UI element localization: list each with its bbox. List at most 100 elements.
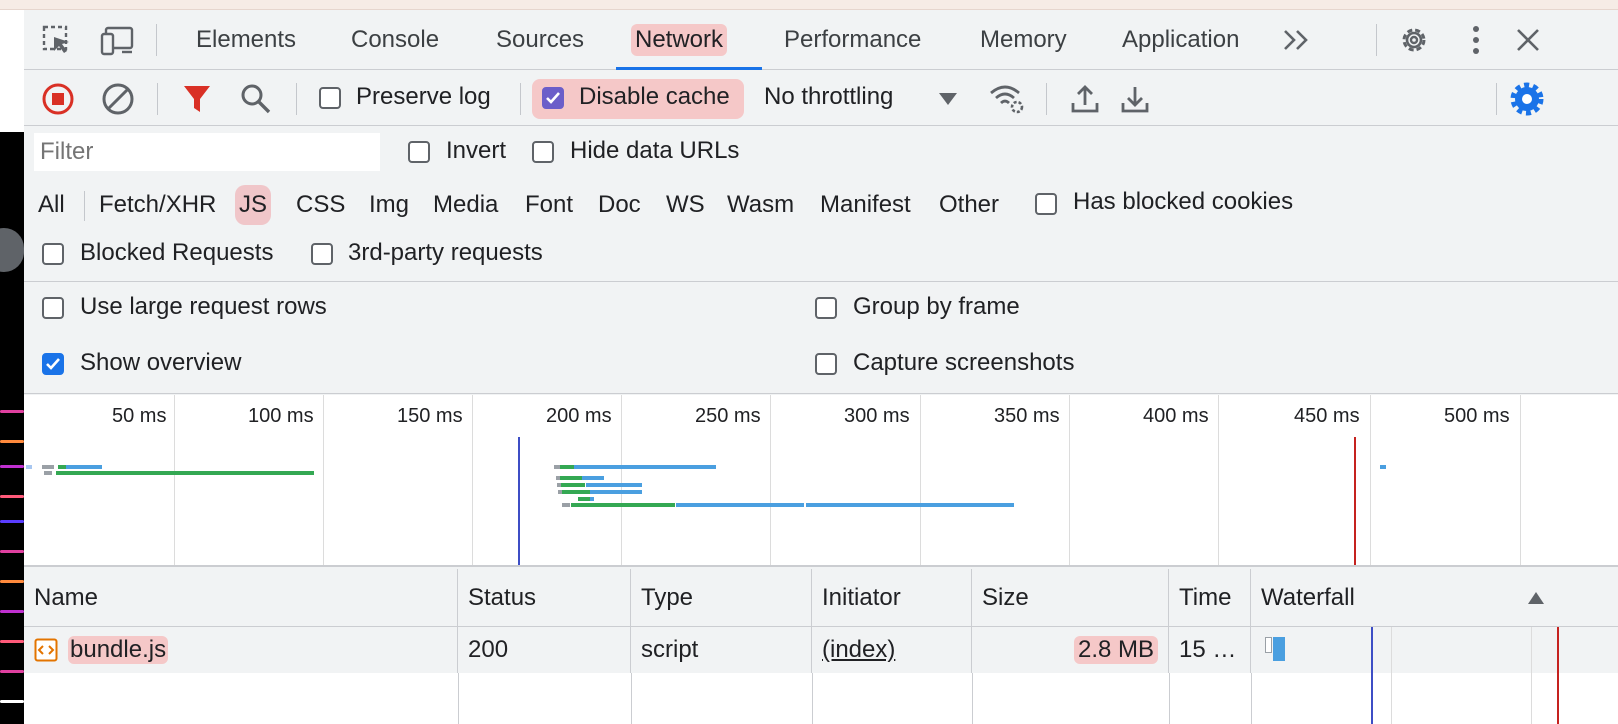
column-header-status[interactable]: Status xyxy=(458,569,631,627)
tab-memory[interactable]: Memory xyxy=(980,10,1067,70)
more-tabs-icon[interactable] xyxy=(1280,24,1314,56)
chevron-down-icon[interactable] xyxy=(936,89,960,109)
tab-network[interactable]: Network xyxy=(631,10,728,70)
filter-input[interactable] xyxy=(34,133,380,171)
type-filter-font[interactable]: Font xyxy=(525,185,573,225)
type-filter-fetch-xhr[interactable]: Fetch/XHR xyxy=(99,185,216,225)
group-by-frame-checkbox[interactable] xyxy=(815,297,837,319)
waterfall-queue-segment xyxy=(1265,637,1272,653)
export-har-icon[interactable] xyxy=(1118,81,1152,117)
overview-request-bar xyxy=(590,497,594,501)
initiator-link[interactable]: (index) xyxy=(822,636,895,664)
hide-data-urls-label: Hide data URLs xyxy=(570,137,740,164)
network-overview[interactable]: 50 ms 100 ms 150 ms 200 ms 250 ms 300 ms… xyxy=(24,395,1618,567)
overview-request-bar xyxy=(56,471,314,475)
large-request-rows-checkbox[interactable] xyxy=(42,297,64,319)
throttling-select[interactable]: No throttling xyxy=(764,83,893,111)
network-conditions-icon[interactable] xyxy=(988,81,1026,117)
overview-request-bar xyxy=(806,503,1014,507)
blocked-requests-checkbox[interactable] xyxy=(42,243,64,265)
tab-performance[interactable]: Performance xyxy=(784,10,921,70)
show-overview-checkbox[interactable] xyxy=(42,353,64,375)
scroll-knob[interactable] xyxy=(0,228,24,272)
tab-sources[interactable]: Sources xyxy=(496,10,584,70)
overview-request-bar xyxy=(562,490,590,494)
has-blocked-cookies-checkbox[interactable] xyxy=(1035,193,1057,215)
overview-request-bar xyxy=(42,465,54,469)
table-row[interactable]: bundle.js 200 script (index) 2.8 MB 15 … xyxy=(24,627,1618,673)
column-header-name[interactable]: Name xyxy=(24,569,458,627)
overview-request-bar xyxy=(590,490,642,494)
type-filter-css[interactable]: CSS xyxy=(296,185,345,225)
filter-panel: Invert Hide data URLs All Fetch/XHR JS C… xyxy=(24,127,1618,282)
overview-tick: 350 ms xyxy=(994,405,1060,427)
capture-screenshots-label: Capture screenshots xyxy=(853,349,1075,376)
type-filter-all[interactable]: All xyxy=(38,185,65,225)
column-header-time[interactable]: Time xyxy=(1169,569,1251,627)
type-filter-doc[interactable]: Doc xyxy=(598,185,641,225)
waterfall-load-line xyxy=(1557,627,1559,673)
preserve-log-checkbox[interactable] xyxy=(319,87,341,109)
stop-recording-icon[interactable] xyxy=(40,81,76,117)
overview-tick: 150 ms xyxy=(397,405,463,427)
cell-time: 15 … xyxy=(1169,627,1251,673)
waterfall-dcl-line xyxy=(1371,627,1373,673)
column-header-initiator[interactable]: Initiator xyxy=(812,569,972,627)
tab-console[interactable]: Console xyxy=(351,10,439,70)
kebab-menu-icon[interactable] xyxy=(1464,22,1488,58)
type-filter-manifest[interactable]: Manifest xyxy=(820,185,911,225)
cell-type: script xyxy=(631,627,812,673)
overview-request-bar xyxy=(586,483,642,487)
invert-label: Invert xyxy=(446,137,507,164)
request-name: bundle.js xyxy=(68,636,169,664)
close-icon[interactable] xyxy=(1512,24,1544,56)
settings-gear-icon[interactable] xyxy=(1396,22,1432,58)
type-filter-other[interactable]: Other xyxy=(939,185,999,225)
type-filter-img[interactable]: Img xyxy=(369,185,409,225)
cell-name[interactable]: bundle.js xyxy=(24,627,458,673)
type-filter-js[interactable]: JS xyxy=(235,185,272,225)
overview-tick: 250 ms xyxy=(695,405,761,427)
sort-ascending-icon[interactable] xyxy=(1524,589,1548,607)
overview-tick: 50 ms xyxy=(112,405,167,427)
overview-tick: 500 ms xyxy=(1444,405,1510,427)
overview-tick: 300 ms xyxy=(844,405,910,427)
device-toolbar-icon[interactable] xyxy=(100,23,136,57)
inspect-element-icon[interactable] xyxy=(40,23,74,57)
clear-icon[interactable] xyxy=(100,81,136,117)
tab-elements[interactable]: Elements xyxy=(196,10,296,70)
third-party-requests-checkbox[interactable] xyxy=(311,243,333,265)
requests-table: Name Status Type Initiator Size Time Wat… xyxy=(24,569,1618,724)
cell-initiator[interactable]: (index) xyxy=(812,627,972,673)
overview-request-bar xyxy=(26,465,32,469)
disable-cache-checkbox[interactable] xyxy=(542,87,564,109)
overview-request-bar xyxy=(58,465,66,469)
network-settings-panel: Use large request rows Group by frame Sh… xyxy=(24,283,1618,394)
capture-screenshots-checkbox[interactable] xyxy=(815,353,837,375)
group-by-frame-label: Group by frame xyxy=(853,293,1020,320)
hide-data-urls-checkbox[interactable] xyxy=(532,141,554,163)
overview-request-bar xyxy=(574,465,716,469)
overview-request-bar xyxy=(582,476,604,480)
search-icon[interactable] xyxy=(238,81,274,117)
network-settings-gear-icon[interactable] xyxy=(1508,81,1546,117)
overview-tick: 400 ms xyxy=(1143,405,1209,427)
import-har-icon[interactable] xyxy=(1068,81,1102,117)
column-header-waterfall[interactable]: Waterfall xyxy=(1251,569,1618,627)
overview-request-bar xyxy=(44,471,52,475)
tab-application[interactable]: Application xyxy=(1122,10,1239,70)
type-filter-media[interactable]: Media xyxy=(433,185,498,225)
invert-checkbox[interactable] xyxy=(408,141,430,163)
cell-status: 200 xyxy=(458,627,631,673)
overview-request-bar xyxy=(571,503,675,507)
has-blocked-cookies-label: Has blocked cookies xyxy=(1073,188,1294,215)
type-filter-wasm[interactable]: Wasm xyxy=(727,185,794,225)
requests-table-header: Name Status Type Initiator Size Time Wat… xyxy=(24,569,1618,627)
column-header-size[interactable]: Size xyxy=(972,569,1169,627)
type-filter-ws[interactable]: WS xyxy=(666,185,705,225)
script-file-icon xyxy=(34,638,58,662)
window-top-strip xyxy=(0,0,1618,10)
column-header-type[interactable]: Type xyxy=(631,569,812,627)
filter-funnel-icon[interactable] xyxy=(180,81,214,117)
overview-tick: 200 ms xyxy=(546,405,612,427)
